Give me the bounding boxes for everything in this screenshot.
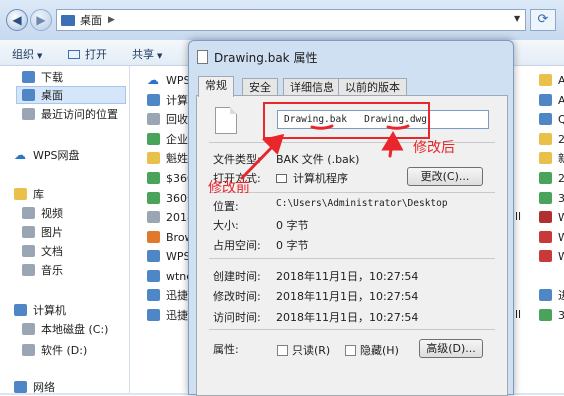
tab-general[interactable]: 常规 <box>198 76 234 97</box>
arrow-before-line <box>240 141 278 180</box>
arrow-after-head <box>381 130 404 151</box>
annotation-before: 修改前 <box>208 180 250 196</box>
underline-mark <box>310 124 334 130</box>
annotation-after: 修改后 <box>413 140 455 156</box>
underline-mark <box>386 124 410 130</box>
annotation-arrows <box>240 124 410 180</box>
